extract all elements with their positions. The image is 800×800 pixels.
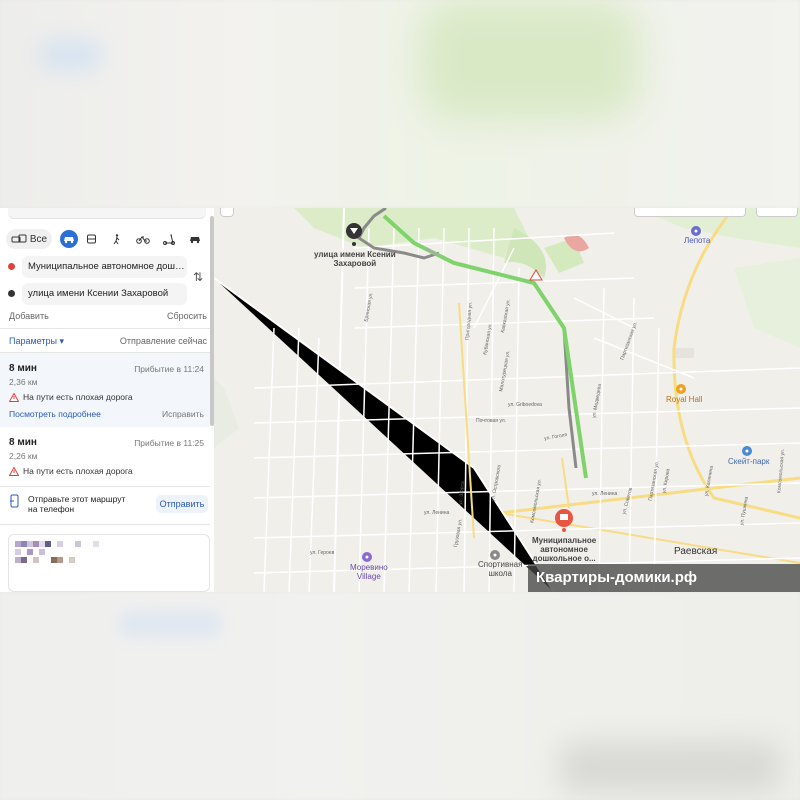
send-to-phone: Отправьте этот маршрут на телефон Отправ… [8, 494, 208, 518]
destination-label: Муниципальное автономное дошкольное о... [532, 536, 596, 563]
send-button[interactable]: Отправить [156, 495, 208, 513]
end-point-dot [8, 290, 15, 297]
send-text-line2: на телефон [28, 504, 75, 514]
watermark: Квартиры-домики.рф [528, 564, 800, 592]
params-dropdown[interactable]: Параметры ▾ [9, 336, 64, 347]
swap-icon[interactable]: ⇅ [193, 270, 203, 284]
option-time: 8 мин [9, 437, 37, 448]
map-control-right[interactable] [756, 208, 798, 217]
send-text: Отправьте этот маршрут на телефон [28, 494, 125, 514]
details-link[interactable]: Посмотреть подробнее [9, 409, 101, 419]
blurred-card [8, 534, 210, 592]
option-distance: 2,36 км [9, 377, 38, 387]
walk-icon [113, 233, 120, 244]
lepota-marker-icon[interactable]: ● [691, 226, 701, 236]
bike-icon [136, 236, 150, 244]
params-row: Параметры ▾ Отправление сейчас [9, 336, 207, 347]
map-view[interactable]: улица имени Ксении Захаровой Муниципальн… [214, 208, 800, 592]
option-arrival: Прибытие в 11:24 [134, 364, 204, 374]
warning-icon [9, 466, 19, 476]
street-label: ул. Ленина [424, 510, 450, 516]
bus-icon [86, 234, 96, 243]
skate-park-label: Скейт-парк [728, 457, 770, 466]
morevino-label: Моревино Village [350, 563, 388, 581]
car-bus-icon [11, 234, 27, 243]
route-sidebar: Все Муниципальное автономное дошкольно.. [0, 208, 215, 592]
map-toolbar[interactable] [634, 208, 746, 217]
blurred-top-area [0, 0, 800, 208]
morevino-line2: Village [356, 572, 381, 581]
option-arrival: Прибытие в 11:25 [134, 438, 204, 448]
departure-time[interactable]: Отправление сейчас [120, 336, 207, 347]
warning-icon [9, 392, 19, 402]
scooter-icon [163, 234, 175, 245]
edit-link[interactable]: Исправить [162, 409, 204, 419]
mode-scooter-button[interactable] [156, 229, 182, 249]
sport-school-marker-icon[interactable]: ● [490, 550, 500, 560]
street-label: Почтовая ул. [476, 418, 507, 424]
dest-label-line3: дошкольное о... [532, 554, 596, 563]
mode-all-label: Все [29, 233, 48, 245]
car-icon [64, 236, 74, 243]
dest-label-line1: Муниципальное [532, 536, 597, 545]
route-to-field[interactable]: улица имени Ксении Захаровой [22, 283, 187, 305]
sport-school-line2: школа [488, 569, 512, 578]
warning-text: На пути есть плохая дорога [23, 392, 133, 402]
street-label: ул. Героев [310, 550, 335, 556]
phone-icon [10, 494, 19, 508]
map-canvas[interactable] [214, 208, 800, 592]
option-warning: На пути есть плохая дорога [9, 392, 133, 402]
mode-taxi-button[interactable] [182, 229, 208, 249]
divider [0, 524, 210, 525]
start-label-line2: Захаровой [333, 259, 377, 268]
mode-all-button[interactable]: Все [6, 229, 52, 249]
start-label: улица имени Ксении Захаровой [314, 250, 396, 268]
route-from-field[interactable]: Муниципальное автономное дошкольно... [22, 256, 187, 278]
option-distance: 2,26 км [9, 451, 38, 461]
map-control-left[interactable] [220, 208, 234, 217]
street-label: ул. Griboedova [508, 402, 542, 408]
sport-school-label: Спортивная школа [478, 560, 522, 578]
dest-label-line2: автономное [540, 545, 588, 554]
add-reset-row: Добавить Сбросить [9, 311, 207, 321]
send-text-line1: Отправьте этот маршрут [28, 494, 126, 504]
mode-walk-button[interactable] [104, 229, 130, 249]
divider [0, 328, 210, 329]
mode-car-button[interactable] [60, 230, 78, 248]
maps-screenshot: Все Муниципальное автономное дошкольно.. [0, 208, 800, 592]
skate-park-marker-icon[interactable]: ● [742, 446, 752, 456]
reset-link[interactable]: Сбросить [167, 311, 207, 321]
morevino-line1: Моревино [350, 563, 388, 572]
blurred-bottom-area [0, 592, 800, 800]
royal-hall-marker-icon[interactable]: ● [676, 384, 686, 394]
warning-text: На пути есть плохая дорога [23, 466, 133, 476]
mode-bus-button[interactable] [78, 229, 104, 249]
street-label: ул. Ленина [592, 491, 618, 497]
route-option-2[interactable]: 8 мин Прибытие в 11:25 2,26 км На пути е… [0, 428, 210, 484]
royal-hall-label: Royal Hall [666, 395, 703, 404]
option-warning: На пути есть плохая дорога [9, 466, 133, 476]
route-option-1[interactable]: 8 мин Прибытие в 11:24 2,36 км На пути е… [0, 353, 210, 427]
divider [0, 486, 210, 487]
search-bar-remnant[interactable] [8, 208, 206, 219]
taxi-icon [190, 237, 200, 244]
raevskaya-label: Раевская [674, 546, 718, 557]
add-point-link[interactable]: Добавить [9, 311, 49, 321]
transport-modes: Все [6, 228, 210, 250]
lepota-label: Лепота [684, 236, 711, 245]
mode-bike-button[interactable] [130, 229, 156, 249]
start-label-line1: улица имени Ксении [314, 250, 396, 259]
start-point-dot [8, 263, 15, 270]
morevino-marker-icon[interactable]: ● [362, 552, 372, 562]
sport-school-line1: Спортивная [478, 560, 523, 569]
option-time: 8 мин [9, 363, 37, 374]
